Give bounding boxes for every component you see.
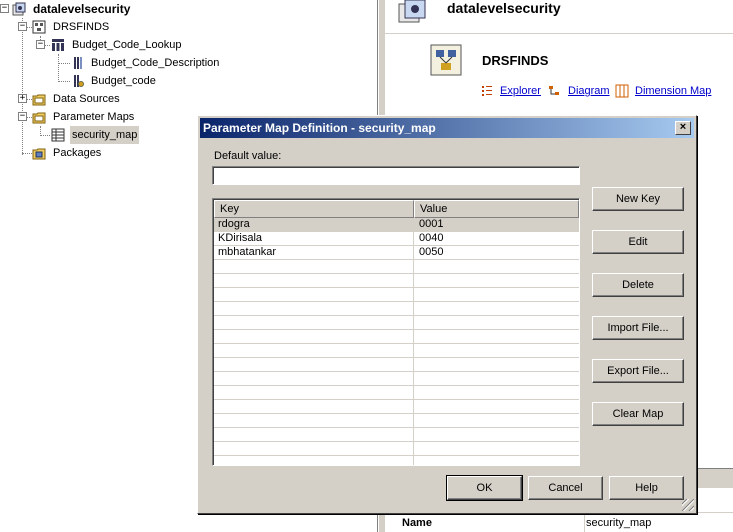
property-name-value[interactable]: security_map	[586, 517, 651, 529]
table-row[interactable]	[214, 386, 579, 400]
table-row[interactable]	[214, 288, 579, 302]
folder-icon	[32, 112, 46, 124]
new-key-button[interactable]: New Key	[592, 187, 684, 211]
clear-map-button[interactable]: Clear Map	[592, 402, 684, 426]
tree-label-model: DRSFINDS	[53, 21, 110, 33]
key-cell: mbhatankar	[218, 246, 277, 258]
tree-label-security-map: security_map	[70, 126, 140, 144]
tree-label-root: datalevelsecurity	[33, 2, 131, 16]
tree-item-security-map[interactable]: security_map	[0, 126, 200, 144]
tree-item-level[interactable]: Budget_Code_Description	[0, 54, 240, 72]
page-title: datalevelsecurity	[447, 0, 561, 16]
table-row[interactable]	[214, 358, 579, 372]
table-row[interactable]	[214, 400, 579, 414]
collapse-icon[interactable]: −	[36, 40, 45, 49]
dimension-map-icon	[615, 84, 629, 98]
tree-item-model[interactable]: − DRSFINDS	[0, 18, 200, 36]
tree-item-root[interactable]: − datalevelsecurity	[0, 0, 200, 18]
cancel-button[interactable]: Cancel	[528, 476, 603, 500]
table-row[interactable]	[214, 428, 579, 442]
model-large-icon	[430, 44, 462, 76]
export-file-button[interactable]: Export File...	[592, 359, 684, 383]
right-header: datalevelsecurity	[385, 0, 733, 34]
edit-button[interactable]: Edit	[592, 230, 684, 254]
level-key-icon	[74, 75, 84, 87]
resize-grip[interactable]	[682, 499, 694, 511]
table-row[interactable]	[214, 330, 579, 344]
diagram-icon	[549, 86, 559, 95]
table-row[interactable]: KDirisala 0040	[214, 232, 579, 246]
table-row[interactable]: mbhatankar 0050	[214, 246, 579, 260]
tree-label-parameter-maps: Parameter Maps	[53, 111, 135, 123]
section-title: DRSFINDS	[482, 53, 549, 68]
tree-item-data-sources[interactable]: + Data Sources	[0, 90, 200, 108]
properties-row: Name security_map	[385, 512, 733, 532]
value-cell: 0001	[419, 218, 444, 230]
close-button[interactable]: ×	[675, 121, 691, 135]
help-button[interactable]: Help	[609, 476, 684, 500]
dialog-titlebar[interactable]: Parameter Map Definition - security_map …	[200, 118, 694, 138]
table-row[interactable]	[214, 274, 579, 288]
tree-label-level: Budget_Code_Description	[91, 57, 220, 69]
table-row[interactable]	[214, 442, 579, 456]
level-icon	[74, 57, 82, 69]
dialog-title: Parameter Map Definition - security_map	[203, 121, 436, 135]
project-icon	[12, 2, 26, 16]
collapse-icon[interactable]: −	[18, 112, 27, 121]
tree-item-parameter-maps[interactable]: − Parameter Maps	[0, 108, 200, 126]
parameter-map-icon	[51, 128, 65, 142]
parameter-map-dialog: Parameter Map Definition - security_map …	[197, 115, 697, 514]
table-row[interactable]: rdogra 0001	[214, 218, 579, 232]
table-row[interactable]	[214, 316, 579, 330]
table-row[interactable]	[214, 372, 579, 386]
default-value-label: Default value:	[214, 150, 282, 162]
table-row[interactable]	[214, 344, 579, 358]
explorer-icon	[482, 86, 492, 96]
collapse-icon[interactable]: −	[0, 4, 9, 13]
tree-label-data-sources: Data Sources	[53, 93, 120, 105]
tree-item-packages[interactable]: Packages	[0, 144, 200, 162]
value-cell: 0040	[419, 232, 444, 244]
packages-folder-icon	[32, 148, 46, 160]
tree-item-dimension[interactable]: − Budget_Code_Lookup	[0, 36, 220, 54]
delete-button[interactable]: Delete	[592, 273, 684, 297]
tree-item-level[interactable]: Budget_code	[0, 72, 240, 90]
dimension-icon	[52, 39, 64, 51]
tree-label-level: Budget_code	[91, 75, 156, 87]
table-row[interactable]	[214, 260, 579, 274]
model-icon	[32, 20, 46, 34]
diagram-link[interactable]: Diagram	[568, 85, 610, 97]
tree-label-packages: Packages	[53, 147, 102, 159]
explorer-link[interactable]: Explorer	[500, 85, 541, 97]
table-row[interactable]	[214, 414, 579, 428]
dimension-map-link[interactable]: Dimension Map	[635, 85, 711, 97]
default-value-input[interactable]	[212, 166, 580, 185]
import-file-button[interactable]: Import File...	[592, 316, 684, 340]
folder-icon	[32, 94, 46, 106]
key-cell: KDirisala	[218, 232, 263, 244]
value-cell: 0050	[419, 246, 444, 258]
ok-button[interactable]: OK	[446, 475, 523, 501]
key-cell: rdogra	[218, 218, 250, 230]
table-row[interactable]	[214, 302, 579, 316]
expand-icon[interactable]: +	[18, 94, 27, 103]
property-name-label: Name	[402, 517, 432, 529]
column-header-value[interactable]: Value	[414, 200, 579, 218]
column-header-key[interactable]: Key	[214, 200, 414, 218]
collapse-icon[interactable]: −	[18, 22, 27, 31]
tree-label-dimension: Budget_Code_Lookup	[72, 39, 182, 51]
key-value-grid[interactable]: Key Value rdogra 0001 KDirisala 0040 mbhatan…	[212, 198, 580, 466]
project-large-icon	[398, 0, 426, 23]
